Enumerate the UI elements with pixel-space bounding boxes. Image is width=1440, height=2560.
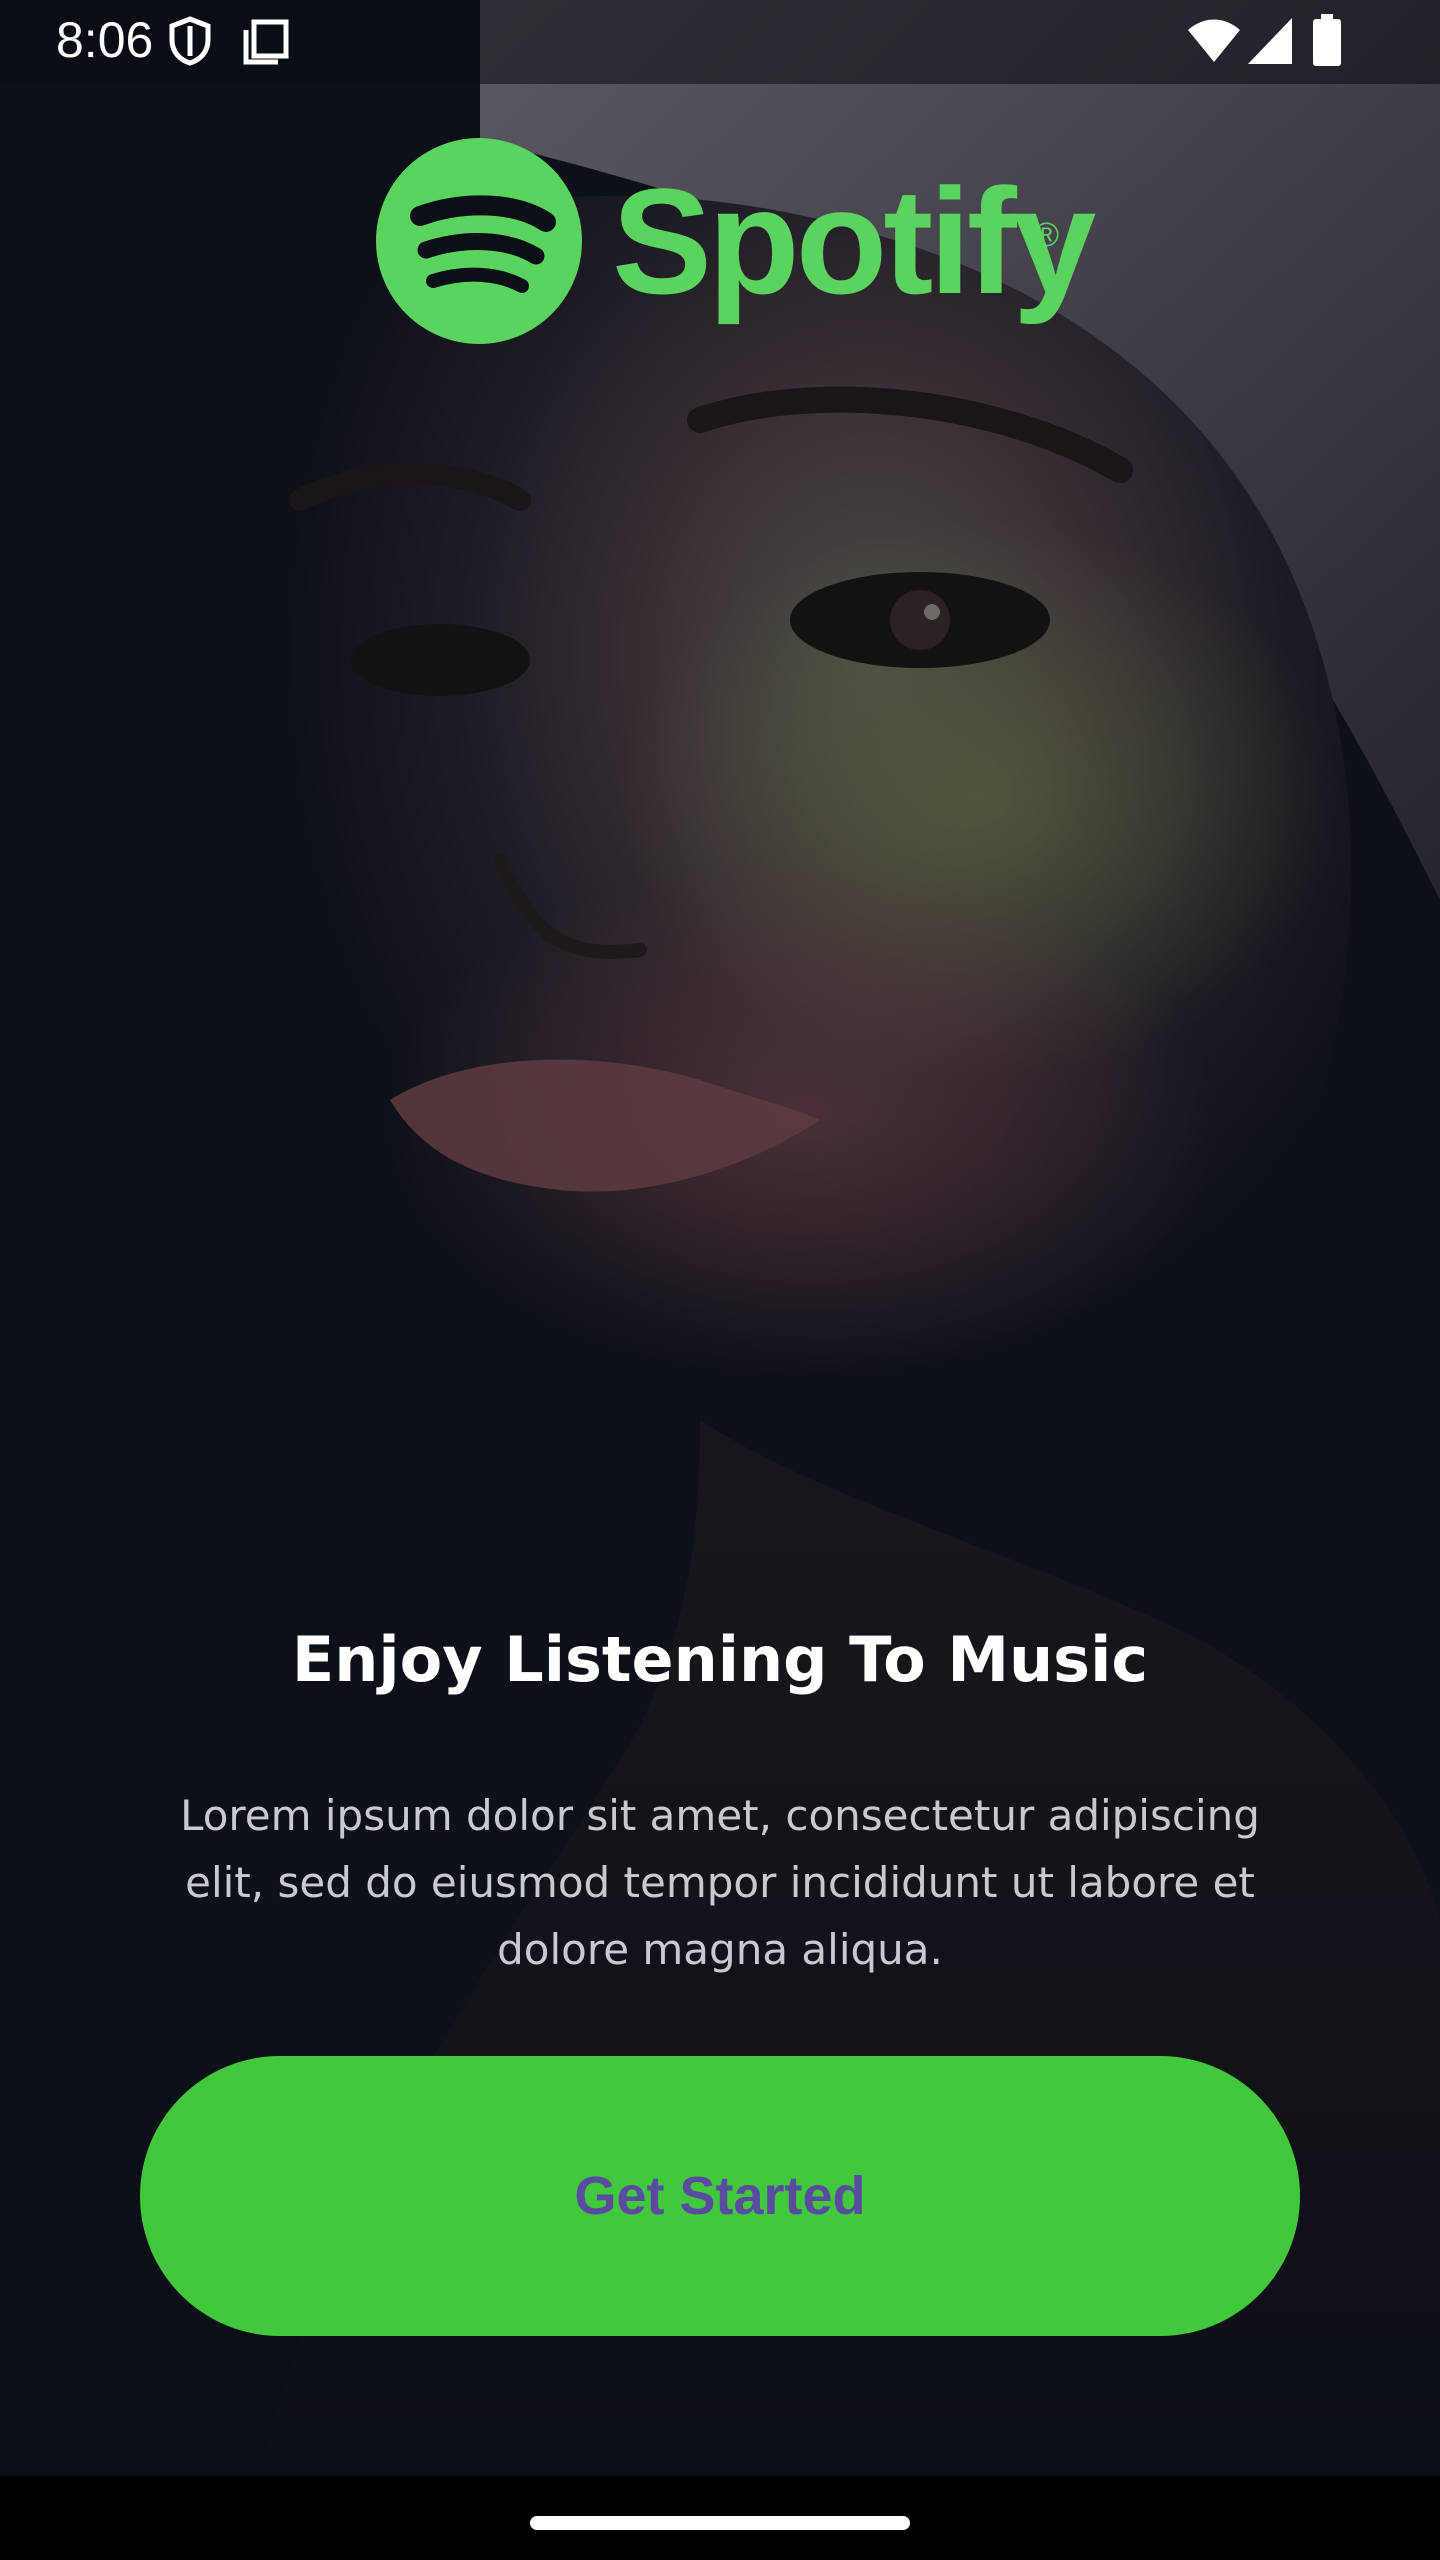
onboarding-description: Lorem ipsum dolor sit amet, consectetur …: [180, 1791, 1260, 1974]
signal-icon: [1248, 18, 1292, 64]
navigation-bar: [0, 2476, 1440, 2560]
screenshot-icon: [242, 18, 290, 66]
battery-icon: [1312, 14, 1342, 66]
onboarding-screen: 8:06 Spotify ® Enjoy Listening To Music …: [0, 0, 1440, 2560]
status-time: 8:06: [56, 12, 154, 68]
spotify-wordmark: Spotify: [612, 157, 1096, 325]
home-indicator[interactable]: [530, 2516, 910, 2530]
status-bar: 8:06: [0, 0, 1440, 84]
wifi-icon: [1186, 18, 1242, 64]
spotify-logo: Spotify ®: [376, 138, 1096, 348]
registered-mark: ®: [1034, 216, 1060, 254]
get-started-button[interactable]: Get Started: [140, 2056, 1300, 2336]
spotify-logo-icon: [376, 138, 582, 344]
get-started-label: Get Started: [574, 2166, 866, 2226]
shield-icon: [168, 16, 212, 66]
onboarding-title: Enjoy Listening To Music: [291, 1623, 1149, 1696]
